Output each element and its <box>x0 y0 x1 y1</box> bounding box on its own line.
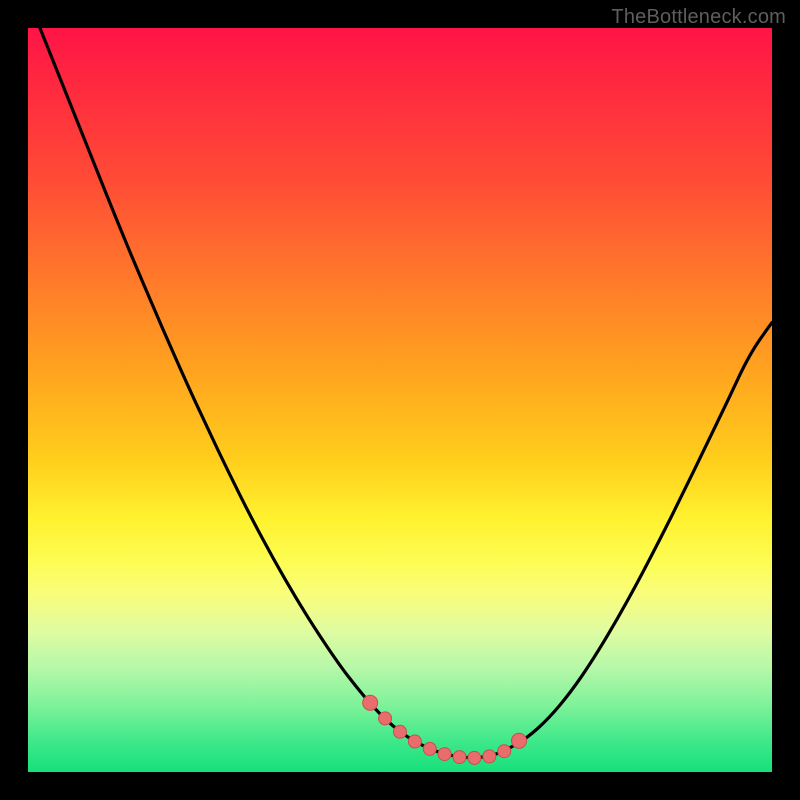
trough-marker <box>438 748 451 761</box>
trough-marker <box>483 750 496 763</box>
trough-marker <box>379 712 392 725</box>
chart-svg <box>28 28 772 772</box>
trough-marker <box>498 745 511 758</box>
trough-marker <box>512 733 527 748</box>
chart-frame: TheBottleneck.com <box>0 0 800 800</box>
plot-area <box>28 28 772 772</box>
trough-marker <box>408 735 421 748</box>
trough-marker <box>423 742 436 755</box>
trough-marker <box>453 751 466 764</box>
bottleneck-curve <box>28 0 772 758</box>
trough-marker <box>363 695 378 710</box>
attribution-text: TheBottleneck.com <box>611 6 786 29</box>
trough-marker <box>394 725 407 738</box>
trough-markers <box>363 695 527 764</box>
trough-marker <box>468 751 481 764</box>
